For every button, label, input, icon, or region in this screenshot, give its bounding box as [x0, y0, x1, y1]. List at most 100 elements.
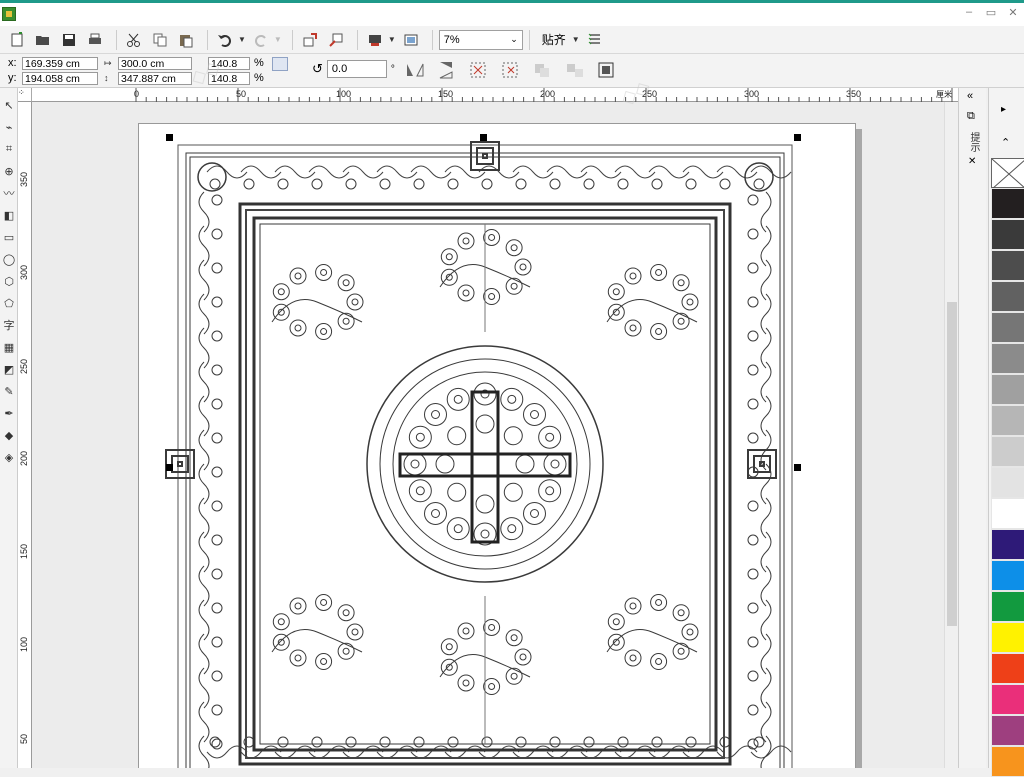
color-swatch[interactable] [991, 467, 1024, 498]
height-icon: ↕ [104, 73, 109, 83]
ellipse-tool-icon[interactable]: ◯ [0, 248, 18, 270]
scrollbar-thumb[interactable] [947, 302, 957, 626]
color-swatch[interactable] [991, 188, 1024, 219]
color-swatch[interactable] [991, 746, 1024, 777]
ruler-origin[interactable]: ⁘ [18, 88, 32, 102]
color-swatch[interactable] [991, 374, 1024, 405]
align-icon[interactable] [468, 60, 490, 80]
paste-icon[interactable] [175, 29, 197, 51]
import-icon[interactable] [299, 29, 321, 51]
height-field[interactable]: 347.887 cm [118, 71, 192, 85]
pick-tool-icon[interactable]: ↖ [0, 94, 18, 116]
docker-tab-label[interactable]: 提示 [966, 132, 981, 152]
chevron-down-icon: ⌄ [510, 34, 518, 44]
undo-icon[interactable] [214, 29, 236, 51]
color-swatch[interactable] [991, 653, 1024, 684]
eyedropper-icon[interactable]: ✎ [0, 380, 18, 402]
new-document-button[interactable] [6, 29, 28, 51]
color-swatch[interactable] [991, 715, 1024, 746]
full-screen-icon[interactable] [400, 29, 422, 51]
selection-handle[interactable] [166, 464, 173, 471]
color-swatch[interactable] [991, 250, 1024, 281]
basic-shapes-icon[interactable]: ⬠ [0, 292, 18, 314]
drawing-canvas[interactable] [32, 102, 958, 768]
rectangle-tool-icon[interactable]: ▭ [0, 226, 18, 248]
x-position-field[interactable]: 169.359 cm [22, 56, 98, 70]
y-position-field[interactable]: 194.058 cm [22, 71, 98, 85]
close-icon[interactable]: ✕ [1006, 6, 1020, 19]
snap-dropdown-icon[interactable]: ▼ [572, 35, 580, 44]
color-swatch[interactable] [991, 343, 1024, 374]
zoom-value: 7% [443, 33, 460, 46]
restore-icon[interactable]: ▭ [984, 6, 998, 19]
color-swatch[interactable] [991, 560, 1024, 591]
redo-icon[interactable] [250, 29, 272, 51]
color-swatch[interactable] [991, 436, 1024, 467]
carpet-pattern-artwork[interactable] [32, 102, 958, 768]
snap-to-button[interactable]: 贴齐 [542, 31, 566, 48]
selection-handle[interactable] [166, 134, 173, 141]
blend-tool-icon[interactable]: ◩ [0, 358, 18, 380]
publish-pdf-icon[interactable] [364, 29, 386, 51]
color-swatch[interactable] [991, 405, 1024, 436]
vertical-ruler[interactable]: 350 300 250 200 150 100 50 [18, 102, 32, 768]
open-button[interactable] [32, 29, 54, 51]
palette-expand-icon[interactable]: ▸ [1001, 104, 1006, 115]
docker-tab-icon[interactable]: ⧉ [967, 110, 975, 123]
shape-tool-icon[interactable]: ⌁ [0, 116, 18, 138]
undo-dropdown-icon[interactable]: ▼ [238, 35, 246, 44]
interactive-fill-icon[interactable]: ◈ [0, 446, 18, 468]
cut-icon[interactable] [123, 29, 145, 51]
text-tool-icon[interactable]: 字 [0, 314, 18, 336]
width-field[interactable]: 300.0 cm [118, 56, 192, 70]
color-swatch[interactable] [991, 622, 1024, 653]
print-button[interactable] [84, 29, 106, 51]
save-button[interactable] [58, 29, 80, 51]
color-swatch[interactable] [991, 684, 1024, 715]
color-swatch[interactable] [991, 529, 1024, 560]
rotation-field[interactable]: 0.0 [326, 60, 387, 78]
options-icon[interactable] [584, 29, 606, 51]
fill-tool-icon[interactable]: ◆ [0, 424, 18, 446]
percent-label: % [254, 72, 264, 84]
selection-handle[interactable] [480, 134, 487, 141]
break-apart-icon[interactable] [564, 60, 586, 80]
ruler-label: 100 [19, 636, 29, 652]
outline-pen-icon[interactable]: ✒ [0, 402, 18, 424]
collapse-docker-icon[interactable]: « [967, 90, 973, 102]
color-swatch[interactable] [991, 498, 1024, 529]
selection-handle[interactable] [794, 464, 801, 471]
publish-dropdown-icon[interactable]: ▼ [388, 35, 396, 44]
close-docker-icon[interactable]: ✕ [968, 156, 976, 167]
mirror-horizontal-icon[interactable] [404, 60, 426, 80]
copy-icon[interactable] [149, 29, 171, 51]
wrap-icon[interactable] [500, 60, 522, 80]
export-icon[interactable] [325, 29, 347, 51]
no-fill-swatch[interactable] [991, 158, 1024, 190]
smart-fill-icon[interactable]: ◧ [0, 204, 18, 226]
crop-tool-icon[interactable]: ⌗ [0, 138, 18, 160]
ruler-label: 200 [19, 450, 29, 466]
convert-to-curves-icon[interactable] [596, 60, 618, 80]
app-icon [2, 7, 16, 21]
ruler-label: 150 [19, 543, 29, 559]
table-tool-icon[interactable]: ▦ [0, 336, 18, 358]
redo-dropdown-icon[interactable]: ▼ [274, 35, 282, 44]
selection-handle[interactable] [794, 134, 801, 141]
palette-scroll-up-icon[interactable]: ⌃ [1001, 136, 1010, 149]
lock-ratio-icon[interactable] [272, 57, 288, 71]
mirror-vertical-icon[interactable] [436, 60, 458, 80]
freehand-tool-icon[interactable]: 〰 [0, 182, 18, 204]
combine-icon[interactable] [532, 60, 554, 80]
ruler-label: 350 [19, 171, 29, 187]
vertical-scrollbar[interactable] [944, 102, 958, 768]
color-swatch[interactable] [991, 591, 1024, 622]
color-swatch[interactable] [991, 312, 1024, 343]
horizontal-ruler[interactable]: 0 50 100 150 200 250 300 350 厘米 [32, 88, 958, 102]
color-swatch[interactable] [991, 219, 1024, 250]
color-swatch[interactable] [991, 281, 1024, 312]
minimize-icon[interactable]: – [962, 6, 976, 19]
zoom-tool-icon[interactable]: ⊕ [0, 160, 18, 182]
zoom-level-select[interactable]: 7% ⌄ [438, 29, 523, 50]
polygon-tool-icon[interactable]: ⬡ [0, 270, 18, 292]
